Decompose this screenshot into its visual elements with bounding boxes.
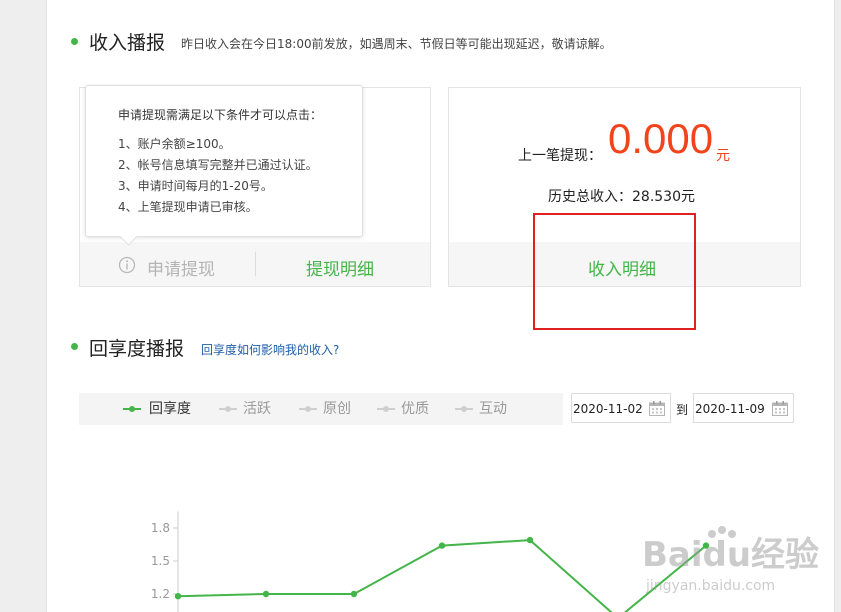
- watermark-url: jingyan.baidu.com: [645, 578, 775, 594]
- date-range-to: 到: [676, 403, 689, 417]
- withdraw-detail-link[interactable]: 提现明细: [290, 244, 400, 286]
- legend-label: 原创: [323, 401, 351, 417]
- total-income: 历史总收入：28.530元: [548, 189, 695, 205]
- legend-marker: [219, 406, 237, 412]
- start-date-input[interactable]: 2020-11-02: [571, 393, 671, 423]
- tooltip-condition: 2、帐号信息填写完整并已通过认证。: [118, 158, 318, 172]
- calendar-icon[interactable]: [649, 401, 665, 416]
- legend-marker: [299, 406, 317, 412]
- last-withdraw-amount: 0.000: [608, 115, 714, 162]
- end-date-input[interactable]: 2020-11-09: [693, 393, 794, 423]
- info-icon: [118, 256, 136, 274]
- withdraw-conditions-tooltip: 申请提现需满足以下条件才可以点击： 1、账户余额≥100。 2、帐号信息填写完整…: [85, 85, 363, 246]
- legend-label: 互动: [479, 401, 507, 417]
- start-date-value: 2020-11-02: [573, 402, 643, 416]
- legend-label: 回享度: [149, 401, 191, 417]
- income-report-subtitle: 昨日收入会在今日18:00前发放，如遇周末、节假日等可能出现延迟，敬请谅解。: [181, 37, 612, 51]
- apply-withdraw-button[interactable]: 申请提现: [100, 244, 250, 286]
- legend-label: 优质: [401, 401, 429, 417]
- baidu-jingyan-watermark: Baidu经验 jingyan.baidu.com: [642, 526, 819, 594]
- last-withdraw-label: 上一笔提现：: [518, 148, 602, 164]
- amount-unit: 元: [716, 148, 730, 164]
- tooltip-condition: 4、上笔提现申请已审核。: [118, 200, 258, 214]
- watermark-text: Baidu经验: [642, 535, 819, 575]
- end-date-value: 2020-11-09: [695, 402, 765, 416]
- legend-marker: [123, 406, 141, 412]
- tooltip-title: 申请提现需满足以下条件才可以点击：: [118, 108, 323, 122]
- enjoy-help-link[interactable]: 回享度如何影响我的收入?: [201, 341, 339, 358]
- highlight-box: [533, 213, 696, 330]
- withdraw-detail-label: 提现明细: [306, 260, 374, 280]
- section-bullet: [71, 38, 78, 45]
- tooltip-condition: 1、账户余额≥100。: [118, 137, 231, 151]
- chart-legend-bar: 回享度 活跃 原创 优质 互动: [79, 393, 563, 425]
- tooltip-condition: 3、申请时间每月的1-20号。: [118, 179, 273, 193]
- apply-withdraw-label: 申请提现: [147, 260, 215, 280]
- income-report-title: 收入播报: [89, 32, 166, 54]
- legend-marker: [455, 406, 473, 412]
- section-bullet: [71, 343, 78, 350]
- legend-label: 活跃: [243, 401, 271, 417]
- footer-divider: [255, 252, 256, 276]
- legend-marker: [377, 406, 395, 412]
- calendar-icon[interactable]: [772, 401, 788, 416]
- enjoy-report-title: 回享度播报: [89, 338, 185, 360]
